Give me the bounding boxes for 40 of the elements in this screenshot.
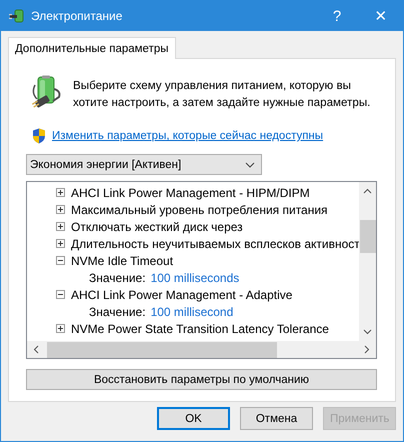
chevron-down-icon: [245, 162, 255, 168]
scroll-thumb[interactable]: [47, 342, 277, 358]
dialog-button[interactable]: Отмена: [240, 407, 313, 430]
tree-item[interactable]: NVMe Idle Timeout: [56, 252, 174, 269]
shield-icon: [32, 128, 46, 144]
vertical-scrollbar[interactable]: [359, 182, 376, 341]
value-link[interactable]: 100 milliseconds: [150, 270, 240, 284]
scroll-thumb[interactable]: [360, 220, 376, 253]
tab[interactable]: Дополнительные параметры: [8, 37, 176, 59]
tree-item[interactable]: Отключать жесткий диск через: [56, 218, 243, 235]
collapse-icon[interactable]: [56, 290, 65, 299]
battery-plug-icon: [29, 75, 63, 109]
dialog-button[interactable]: OK: [157, 407, 230, 430]
restore-defaults-button[interactable]: Восстановить параметры по умолчанию: [26, 369, 377, 390]
expand-icon[interactable]: [56, 324, 65, 333]
value-label: Значение:: [89, 270, 146, 284]
expand-icon[interactable]: [56, 239, 65, 248]
scroll-down-icon[interactable]: [363, 329, 372, 335]
scroll-right-icon[interactable]: [364, 345, 370, 354]
value-label: Значение:: [89, 304, 146, 318]
expand-icon[interactable]: [56, 188, 65, 197]
horizontal-scrollbar[interactable]: [27, 341, 376, 358]
tree-item[interactable]: Максимальный уровень потребления питания: [56, 201, 328, 218]
tree-item[interactable]: AHCI Link Power Management - HIPM/DIPM: [56, 184, 310, 201]
change-settings-link[interactable]: Изменить параметры, которые сейчас недоступны: [52, 130, 324, 142]
tree-item[interactable]: NVMe Power State Transition Latency Tolerance: [56, 320, 329, 337]
collapse-icon[interactable]: [56, 256, 65, 265]
help-button[interactable]: ?: [315, 1, 359, 31]
window-title: Электропитание: [31, 9, 124, 23]
expand-icon[interactable]: [56, 205, 65, 214]
scroll-left-icon[interactable]: [33, 345, 39, 354]
tree-item[interactable]: Длительность неучитываемых всплесков активност: [56, 235, 360, 252]
value-link[interactable]: 100 millisecond: [150, 304, 234, 318]
plan-dropdown[interactable]: Экономия энергии [Активен]: [26, 154, 262, 175]
tree-item[interactable]: AHCI Link Power Management - Adaptive: [56, 286, 292, 303]
close-button[interactable]: ✕: [359, 1, 403, 31]
expand-icon[interactable]: [56, 222, 65, 231]
scroll-up-icon[interactable]: [363, 188, 372, 194]
instruction-text: Выберите схему управления питанием, которую вы хотите настроить, а затем задайте нужные параметры.: [73, 78, 372, 111]
power-plug-icon: [9, 8, 25, 24]
